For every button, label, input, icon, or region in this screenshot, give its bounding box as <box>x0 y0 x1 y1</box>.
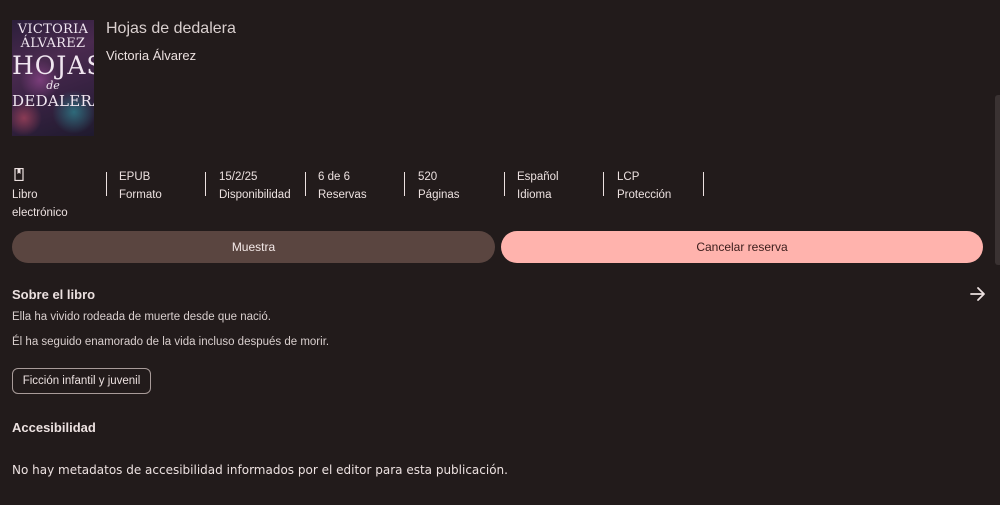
divider <box>205 172 206 196</box>
meta-label: Disponibilidad <box>219 189 291 201</box>
meta-label: Libro electrónico <box>12 189 68 219</box>
book-title: Hojas de dedalera <box>106 20 236 37</box>
divider <box>703 172 704 196</box>
cover-title-2: de <box>46 79 60 92</box>
meta-availability: 15/2/25 Disponibilidad <box>219 168 306 204</box>
meta-label: Reservas <box>318 189 367 201</box>
accessibility-title: Accesibilidad <box>12 420 96 435</box>
meta-value: Español <box>517 171 559 183</box>
cover-author-last: ÁLVAREZ <box>20 36 86 51</box>
meta-label: Formato <box>119 189 162 201</box>
arrow-right-icon[interactable] <box>969 286 987 302</box>
meta-value: 520 <box>418 171 438 183</box>
scrollbar[interactable] <box>995 95 1000 265</box>
divider <box>504 172 505 196</box>
book-author[interactable]: Victoria Álvarez <box>106 48 196 63</box>
book-icon <box>14 168 24 181</box>
book-cover: VICTORIA ÁLVAREZ HOJAS de DEDALERA <box>12 20 94 136</box>
meta-value: EPUB <box>119 171 151 183</box>
divider <box>305 172 306 196</box>
cover-title-1: HOJAS <box>12 51 94 80</box>
meta-format: EPUB Formato <box>119 168 206 204</box>
meta-label: Protección <box>617 189 672 201</box>
cover-author-first: VICTORIA <box>17 22 89 37</box>
meta-label: Idioma <box>517 189 552 201</box>
about-line-1: Ella ha vivido rodeada de muerte desde q… <box>12 311 271 323</box>
meta-value: LCP <box>617 171 640 183</box>
divider <box>404 172 405 196</box>
divider <box>603 172 604 196</box>
about-section-title[interactable]: Sobre el libro <box>12 287 95 302</box>
meta-label: Páginas <box>418 189 460 201</box>
meta-value: 15/2/25 <box>219 171 258 183</box>
about-line-2: Él ha seguido enamorado de la vida inclu… <box>12 336 330 348</box>
genre-chip[interactable]: Ficción infantil y juvenil <box>12 368 151 394</box>
sample-button[interactable]: Muestra <box>12 231 495 263</box>
cancel-hold-button[interactable]: Cancelar reserva <box>501 231 983 263</box>
meta-pages: 520 Páginas <box>418 168 505 204</box>
divider <box>106 172 107 196</box>
meta-holds: 6 de 6 Reservas <box>318 168 405 204</box>
cover-title-3: DEDALERA <box>12 92 94 110</box>
meta-format-type: Libro electrónico <box>12 168 107 222</box>
meta-value: 6 de 6 <box>318 171 350 183</box>
meta-protection: LCP Protección <box>617 168 704 204</box>
accessibility-text: No hay metadatos de accesibilidad inform… <box>12 463 508 477</box>
meta-language: Español Idioma <box>517 168 604 204</box>
